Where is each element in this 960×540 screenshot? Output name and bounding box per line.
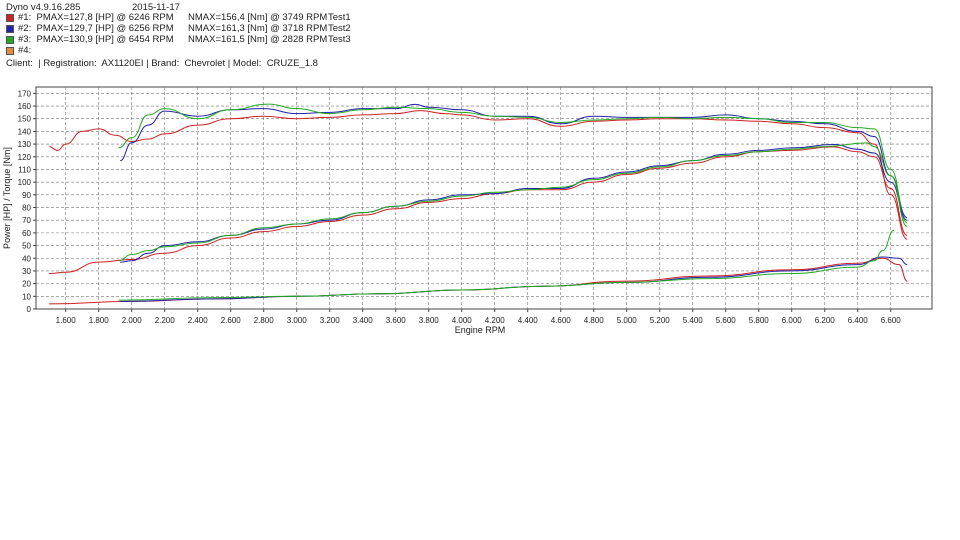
x-tick-label: 2.400 (188, 316, 209, 325)
y-tick-label: 0 (27, 305, 32, 314)
x-tick-label: 1.800 (89, 316, 110, 325)
plot-area-border (35, 86, 933, 310)
series-line-torque-test2 (120, 103, 908, 219)
x-tick-label: 3.400 (353, 316, 374, 325)
x-tick-label: 5.400 (683, 316, 704, 325)
x-tick-label: 4.800 (584, 316, 605, 325)
x-tick-label: 4.400 (518, 316, 539, 325)
y-tick-label: 40 (22, 254, 31, 263)
y-tick-label: 160 (18, 102, 32, 111)
x-tick-label: 5.600 (716, 316, 737, 325)
x-tick-label: 2.800 (254, 316, 275, 325)
y-tick-label: 170 (18, 89, 32, 98)
x-tick-label: 6.000 (782, 316, 803, 325)
y-axis: 0 10 20 30 40 50 60 70 80 90 100 110 120 130 140 150 160… (18, 89, 36, 314)
series-line-loss-test1 (49, 257, 908, 305)
series-line-power-test1 (49, 146, 908, 274)
x-tick-label: 5.200 (650, 316, 671, 325)
y-tick-label: 70 (22, 216, 31, 225)
series-line-power-test3 (118, 142, 908, 262)
dyno-chart: 1.600 1.800 2.000 2.200 2.400 2.600 2.800 3.000… (2, 86, 933, 335)
y-tick-label: 10 (22, 292, 31, 301)
y-tick-label: 20 (22, 280, 31, 289)
grid (36, 87, 932, 309)
series-line-loss-test3 (118, 229, 895, 301)
y-tick-label: 110 (18, 165, 31, 174)
x-tick-label: 3.000 (287, 316, 308, 325)
x-tick-label: 2.200 (155, 316, 176, 325)
x-axis: 1.600 1.800 2.000 2.200 2.400 2.600 2.800 3.000… (56, 309, 902, 325)
x-tick-label: 6.600 (881, 316, 902, 325)
x-tick-label: 4.600 (551, 316, 572, 325)
y-tick-label: 130 (18, 140, 32, 149)
x-tick-label: 3.200 (320, 316, 341, 325)
series-line-loss-test2 (120, 256, 908, 302)
y-tick-label: 30 (22, 267, 31, 276)
x-tick-label: 2.000 (122, 316, 143, 325)
y-tick-label: 100 (18, 178, 32, 187)
series-lines (49, 103, 908, 305)
y-tick-label: 60 (22, 229, 31, 238)
x-tick-label: 5.800 (749, 316, 770, 325)
y-tick-label: 150 (18, 115, 32, 124)
x-tick-label: 3.800 (419, 316, 440, 325)
x-tick-label: 5.000 (617, 316, 638, 325)
y-tick-label: 50 (22, 242, 31, 251)
x-tick-label: 1.600 (56, 316, 77, 325)
y-axis-label: Power [HP] / Torque [Nm] (2, 147, 12, 249)
x-tick-label: 4.200 (485, 316, 506, 325)
series-line-power-test2 (120, 143, 908, 263)
y-tick-label: 120 (18, 153, 32, 162)
x-tick-label: 6.400 (848, 316, 869, 325)
y-tick-label: 80 (22, 204, 31, 213)
x-tick-label: 2.600 (221, 316, 242, 325)
series-line-torque-test3 (118, 103, 908, 224)
x-tick-label: 4.000 (452, 316, 473, 325)
y-tick-label: 90 (22, 191, 31, 200)
x-tick-label: 6.200 (815, 316, 836, 325)
x-axis-label: Engine RPM (455, 325, 506, 335)
x-tick-label: 3.600 (386, 316, 407, 325)
y-tick-label: 140 (18, 127, 32, 136)
